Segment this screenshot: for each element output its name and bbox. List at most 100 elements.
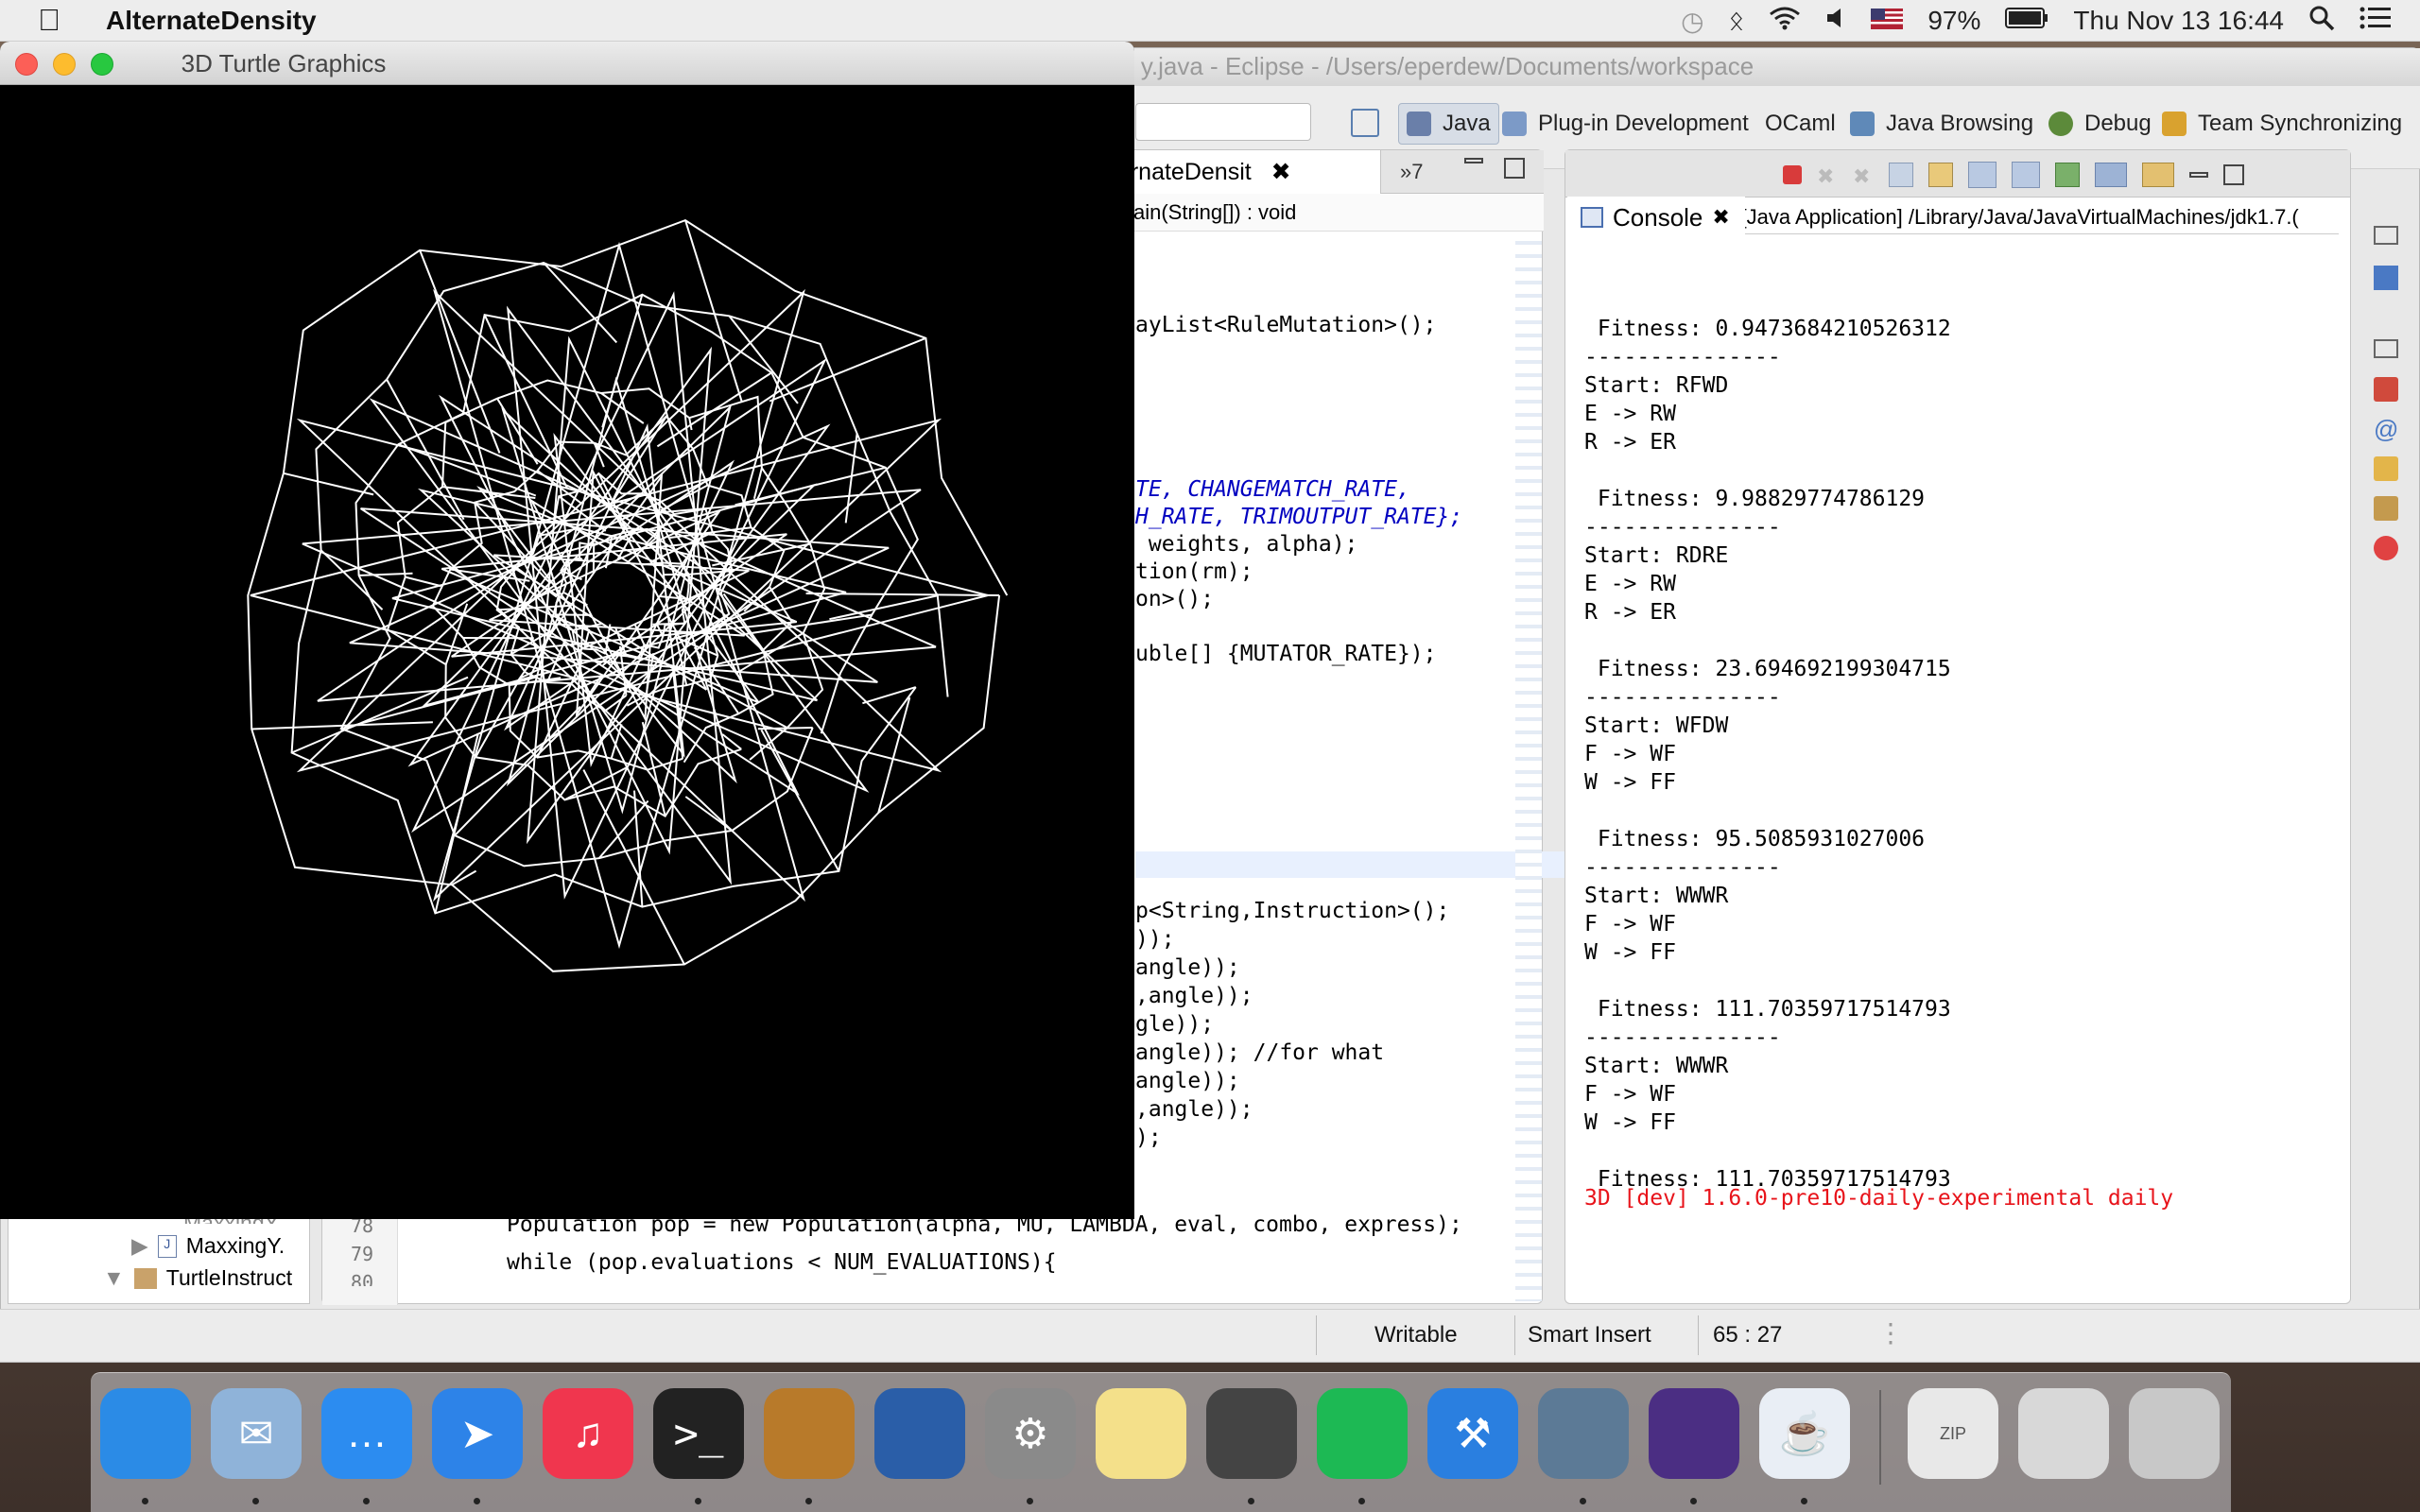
time-machine-icon[interactable]: ◷ xyxy=(1681,6,1703,37)
minimized-view-icon-2[interactable] xyxy=(2374,339,2398,358)
problems-view-icon[interactable] xyxy=(2374,377,2398,402)
spotify-icon[interactable] xyxy=(1317,1388,1408,1479)
code-line: ,angle)); xyxy=(1135,1097,1253,1122)
console-line: F -> WF xyxy=(1584,1082,1676,1107)
show-on-stderr-icon[interactable] xyxy=(2012,162,2040,188)
package-item[interactable]: ▶ J MaxxingY. xyxy=(131,1233,285,1259)
zoom-window-button[interactable] xyxy=(91,53,113,76)
code-line: ayList<RuleMutation>(); xyxy=(1135,313,1437,337)
display-console-icon[interactable] xyxy=(2095,163,2127,187)
code-line: )); xyxy=(1135,927,1175,952)
mail-icon[interactable]: ✉ xyxy=(211,1388,302,1479)
perspective-team-synchronizing[interactable]: Team Synchronizing xyxy=(2162,103,2402,145)
notes-icon[interactable] xyxy=(1096,1388,1186,1479)
xcode-icon[interactable]: ⚒ xyxy=(1427,1388,1518,1479)
console-line: R -> ER xyxy=(1584,430,1676,455)
perspective-java-browsing[interactable]: Java Browsing xyxy=(1850,103,2033,145)
team-sync-icon xyxy=(2162,112,2187,136)
turtle-title-bar[interactable]: 3D Turtle Graphics xyxy=(0,42,1134,85)
battery-percentage[interactable]: 97% xyxy=(1927,6,1980,36)
input-source-flag-icon[interactable] xyxy=(1871,6,1904,36)
editor-tabs-overflow[interactable]: »7 xyxy=(1400,160,1423,184)
minimize-window-button[interactable] xyxy=(53,53,76,76)
collapse-arrow-icon[interactable]: ▼ xyxy=(103,1265,125,1291)
console-line: Start: RFWD xyxy=(1584,373,1729,398)
notification-center-icon[interactable] xyxy=(2360,6,2392,37)
quick-access-input[interactable] xyxy=(1135,103,1311,141)
battery-icon[interactable] xyxy=(2005,6,2048,36)
minimized-view-icon[interactable] xyxy=(2374,226,2398,245)
error-log-icon[interactable] xyxy=(2374,536,2398,560)
zip-icon[interactable]: ZIP xyxy=(1908,1388,1998,1479)
perspective-java[interactable]: Java xyxy=(1398,103,1499,145)
terminate-icon[interactable] xyxy=(1783,165,1802,184)
cooking-pot-icon[interactable] xyxy=(1206,1388,1297,1479)
code-line: angle)); xyxy=(1135,1069,1240,1093)
code-line: angle)); xyxy=(1135,955,1240,980)
maximize-console-icon[interactable] xyxy=(2223,164,2244,185)
volume-icon[interactable] xyxy=(1825,6,1846,36)
code-line: angle)); //for what xyxy=(1135,1040,1385,1065)
breadcrumb-method[interactable]: ain(String[]) : void xyxy=(1133,194,1296,232)
editor-tab-alternatedensity[interactable]: ternateDensit ✖ xyxy=(1098,150,1381,194)
virtualbox-icon[interactable] xyxy=(874,1388,965,1479)
clock[interactable]: Thu Nov 13 16:44 xyxy=(2073,6,2284,36)
package-explorer[interactable]: MaxxingY. ▶ J MaxxingY. ▼ TurtleInstruct xyxy=(8,1210,310,1304)
clear-console-icon[interactable] xyxy=(1889,163,1913,187)
package-item[interactable]: ▼ TurtleInstruct xyxy=(103,1265,292,1291)
remove-all-icon[interactable]: ✖ xyxy=(1853,164,1874,188)
menu-bar:  AlternateDensity ◷ ᛟ 97% Thu Nov 13 16… xyxy=(0,0,2420,42)
close-tab-icon[interactable]: ✖ xyxy=(1271,159,1291,185)
search-view-icon[interactable] xyxy=(2374,496,2398,521)
running-indicator xyxy=(474,1498,480,1504)
console-tab[interactable]: Console ✖ xyxy=(1567,197,1745,238)
editor-right-ruler[interactable] xyxy=(1515,232,1542,1301)
turtle-graphics-canvas[interactable] xyxy=(0,85,1134,1219)
eclipse-window-title: y.java - Eclipse - /Users/eperdew/Docume… xyxy=(1140,52,1754,80)
app-menu-name[interactable]: AlternateDensity xyxy=(106,6,317,36)
eclipse-icon[interactable] xyxy=(1649,1388,1739,1479)
minimize-console-icon[interactable] xyxy=(2189,172,2208,178)
remove-launch-icon[interactable]: ✖ xyxy=(1817,164,1838,188)
itunes-icon[interactable]: ♫ xyxy=(543,1388,633,1479)
gnu-icon[interactable] xyxy=(764,1388,855,1479)
status-more-icon[interactable]: ⋮ xyxy=(1877,1317,1904,1349)
scroll-lock-icon[interactable] xyxy=(1928,163,1953,187)
open-perspective-icon[interactable] xyxy=(1351,109,1379,137)
terminal-icon[interactable]: >_ xyxy=(653,1388,744,1479)
close-console-tab-icon[interactable]: ✖ xyxy=(1712,205,1729,230)
messages-icon[interactable]: … xyxy=(321,1388,412,1479)
code-line: p<String,Instruction>(); xyxy=(1135,899,1450,923)
finder-icon[interactable] xyxy=(100,1388,191,1479)
turtle-graphics-window[interactable]: 3D Turtle Graphics xyxy=(0,42,1134,1219)
wifi-icon[interactable] xyxy=(1769,6,1801,37)
outline-view-icon[interactable] xyxy=(2374,266,2398,290)
maximize-editor-icon[interactable] xyxy=(1504,158,1525,179)
trash-icon[interactable] xyxy=(2129,1388,2220,1479)
show-on-stdout-icon[interactable] xyxy=(1968,162,1996,188)
perspective-debug[interactable]: Debug xyxy=(2048,103,2152,145)
perspective-plugin-development[interactable]: Plug-in Development xyxy=(1502,103,1749,145)
javadoc-view-icon[interactable]: @ xyxy=(2374,417,2398,441)
console-line: --------------- xyxy=(1584,1025,1781,1050)
spotlight-search-icon[interactable] xyxy=(2308,5,2335,38)
declaration-view-icon[interactable] xyxy=(2374,456,2398,481)
line-number: 80 xyxy=(351,1271,374,1286)
preview-icon[interactable] xyxy=(1538,1388,1629,1479)
bug-icon xyxy=(2048,112,2073,136)
console-icon xyxy=(1581,207,1603,228)
safari-icon[interactable]: ➤ xyxy=(432,1388,523,1479)
turtle-segment xyxy=(555,613,591,616)
expand-arrow-icon[interactable]: ▶ xyxy=(131,1233,148,1259)
screenshot-icon[interactable] xyxy=(2018,1388,2109,1479)
apple-menu-icon[interactable]:  xyxy=(38,3,60,38)
code-line: TE, CHANGEMATCH_RATE, xyxy=(1135,477,1410,502)
bluetooth-icon[interactable]: ᛟ xyxy=(1729,6,1745,36)
perspective-ocaml[interactable]: OCaml xyxy=(1765,103,1836,145)
close-window-button[interactable] xyxy=(15,53,38,76)
system-preferences-icon[interactable]: ⚙ xyxy=(985,1388,1076,1479)
minimize-editor-icon[interactable] xyxy=(1464,158,1483,163)
java-icon[interactable]: ☕ xyxy=(1759,1388,1850,1479)
pin-console-icon[interactable] xyxy=(2055,163,2080,187)
open-console-icon[interactable] xyxy=(2142,163,2174,187)
